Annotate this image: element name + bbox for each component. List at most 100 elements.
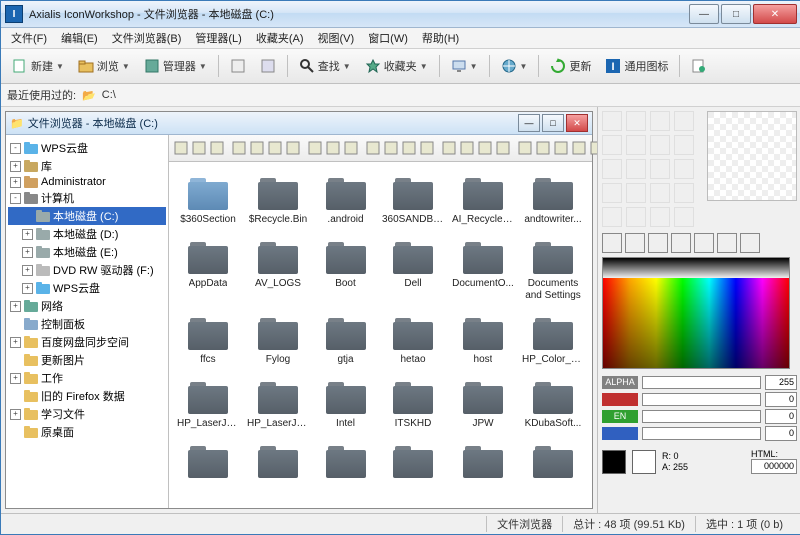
tool-c[interactable] xyxy=(650,159,670,179)
tree-node-12[interactable]: 更新图片 xyxy=(8,351,166,369)
tree-node-9[interactable]: +网络 xyxy=(8,297,166,315)
file-item[interactable]: gtja xyxy=(315,312,376,370)
tool-j[interactable] xyxy=(650,207,670,227)
filetb-btn-2[interactable] xyxy=(209,137,225,159)
tool-i[interactable] xyxy=(602,207,622,227)
file-item[interactable]: Intel xyxy=(315,376,376,434)
tree-node-8[interactable]: +WPS云盘 xyxy=(8,279,166,297)
toolbar-browse[interactable]: 浏览▼ xyxy=(73,53,135,79)
tree-node-11[interactable]: +百度网盘同步空间 xyxy=(8,333,166,351)
palette-btn-7[interactable] xyxy=(740,233,760,253)
filetb-btn-9[interactable] xyxy=(343,137,359,159)
tree-expander[interactable]: + xyxy=(22,229,33,240)
file-item[interactable]: HP_LaserJet... xyxy=(245,376,311,434)
filetb-btn-3[interactable] xyxy=(231,137,247,159)
channel-value[interactable]: 255 xyxy=(765,375,797,390)
file-item[interactable] xyxy=(380,440,446,486)
file-item[interactable]: 360SANDBOX xyxy=(380,172,446,230)
file-item[interactable]: $Recycle.Bin xyxy=(245,172,311,230)
channel-slider[interactable] xyxy=(642,427,761,440)
tool-fill[interactable] xyxy=(674,135,694,155)
tree-expander[interactable]: - xyxy=(10,193,21,204)
filetb-btn-7[interactable] xyxy=(307,137,323,159)
tool-d[interactable] xyxy=(674,159,694,179)
file-item[interactable]: KDubaSoft... xyxy=(520,376,586,434)
menu-6[interactable]: 窗口(W) xyxy=(362,28,414,48)
filetb-btn-14[interactable] xyxy=(441,137,457,159)
background-swatch[interactable] xyxy=(632,450,656,474)
recent-path[interactable]: C:\ xyxy=(102,89,116,101)
file-item[interactable]: AI_RecycleBin xyxy=(450,172,516,230)
filetb-btn-4[interactable] xyxy=(249,137,265,159)
file-item[interactable]: JPW xyxy=(450,376,516,434)
tree-node-3[interactable]: -计算机 xyxy=(8,189,166,207)
tool-a[interactable] xyxy=(602,159,622,179)
color-palette[interactable] xyxy=(602,257,790,369)
doc-minimize-button[interactable]: — xyxy=(518,114,540,132)
channel-slider[interactable] xyxy=(642,376,761,389)
toolbar-appicons[interactable]: I通用图标 xyxy=(600,53,673,79)
tool-eraser[interactable] xyxy=(650,111,670,131)
channel-slider[interactable] xyxy=(642,410,761,423)
toolbar-update[interactable]: 更新 xyxy=(545,53,596,79)
file-item[interactable]: host xyxy=(450,312,516,370)
toolbar-t1[interactable] xyxy=(225,53,251,79)
filetb-btn-16[interactable] xyxy=(477,137,493,159)
menu-1[interactable]: 编辑(E) xyxy=(55,28,104,48)
palette-btn-2[interactable] xyxy=(625,233,645,253)
tree-node-10[interactable]: 控制面板 xyxy=(8,315,166,333)
filetb-btn-17[interactable] xyxy=(495,137,511,159)
toolbar-globe[interactable]: ▼ xyxy=(496,53,533,79)
menu-2[interactable]: 文件浏览器(B) xyxy=(106,28,188,48)
filetb-btn-10[interactable] xyxy=(365,137,381,159)
menu-5[interactable]: 视图(V) xyxy=(312,28,361,48)
filetb-btn-8[interactable] xyxy=(325,137,341,159)
filetb-btn-6[interactable] xyxy=(285,137,301,159)
palette-btn-3[interactable] xyxy=(648,233,668,253)
file-item[interactable]: ffcs xyxy=(175,312,241,370)
channel-value[interactable]: 0 xyxy=(765,392,797,407)
file-item[interactable]: andtowriter... xyxy=(520,172,586,230)
file-item[interactable] xyxy=(245,440,311,486)
file-grid[interactable]: $360Section$Recycle.Bin.android360SANDBO… xyxy=(169,162,592,508)
file-item[interactable]: AV_LOGS xyxy=(245,236,311,306)
file-item[interactable]: $360Section xyxy=(175,172,241,230)
tree-expander[interactable]: + xyxy=(10,337,21,348)
maximize-button[interactable]: □ xyxy=(721,4,751,24)
channel-value[interactable]: 0 xyxy=(765,426,797,441)
tree-expander[interactable]: + xyxy=(22,247,33,258)
tree-node-5[interactable]: +本地磁盘 (D:) xyxy=(8,225,166,243)
tree-node-13[interactable]: +工作 xyxy=(8,369,166,387)
filetb-btn-5[interactable] xyxy=(267,137,283,159)
tree-node-1[interactable]: +库 xyxy=(8,157,166,175)
file-item[interactable] xyxy=(315,440,376,486)
tree-node-16[interactable]: 原桌面 xyxy=(8,423,166,441)
tool-f[interactable] xyxy=(626,183,646,203)
palette-btn-4[interactable] xyxy=(671,233,691,253)
toolbar-opts[interactable] xyxy=(686,53,712,79)
tree-node-14[interactable]: 旧的 Firefox 数据 xyxy=(8,387,166,405)
filetb-btn-18[interactable] xyxy=(517,137,533,159)
menu-7[interactable]: 帮助(H) xyxy=(416,28,465,48)
filetb-btn-20[interactable] xyxy=(553,137,569,159)
tree-node-0[interactable]: -WPS云盘 xyxy=(8,139,166,157)
toolbar-fav[interactable]: 收藏夹▼ xyxy=(360,53,433,79)
palette-btn-1[interactable] xyxy=(602,233,622,253)
palette-btn-5[interactable] xyxy=(694,233,714,253)
file-item[interactable]: .android xyxy=(315,172,376,230)
file-item[interactable]: DocumentO... xyxy=(450,236,516,306)
filetb-btn-1[interactable] xyxy=(191,137,207,159)
tree-expander[interactable]: + xyxy=(22,283,33,294)
file-item[interactable]: Documents and Settings xyxy=(520,236,586,306)
tree-expander[interactable]: + xyxy=(22,265,33,276)
tool-line[interactable] xyxy=(602,135,622,155)
tool-ellipse[interactable] xyxy=(650,135,670,155)
file-item[interactable]: HP_LaserJet... xyxy=(175,376,241,434)
file-item[interactable]: Dell xyxy=(380,236,446,306)
channel-value[interactable]: 0 xyxy=(765,409,797,424)
file-item[interactable]: AppData xyxy=(175,236,241,306)
file-item[interactable]: Boot xyxy=(315,236,376,306)
toolbar-manager[interactable]: 管理器▼ xyxy=(139,53,212,79)
filetb-btn-21[interactable] xyxy=(571,137,587,159)
tool-e[interactable] xyxy=(602,183,622,203)
